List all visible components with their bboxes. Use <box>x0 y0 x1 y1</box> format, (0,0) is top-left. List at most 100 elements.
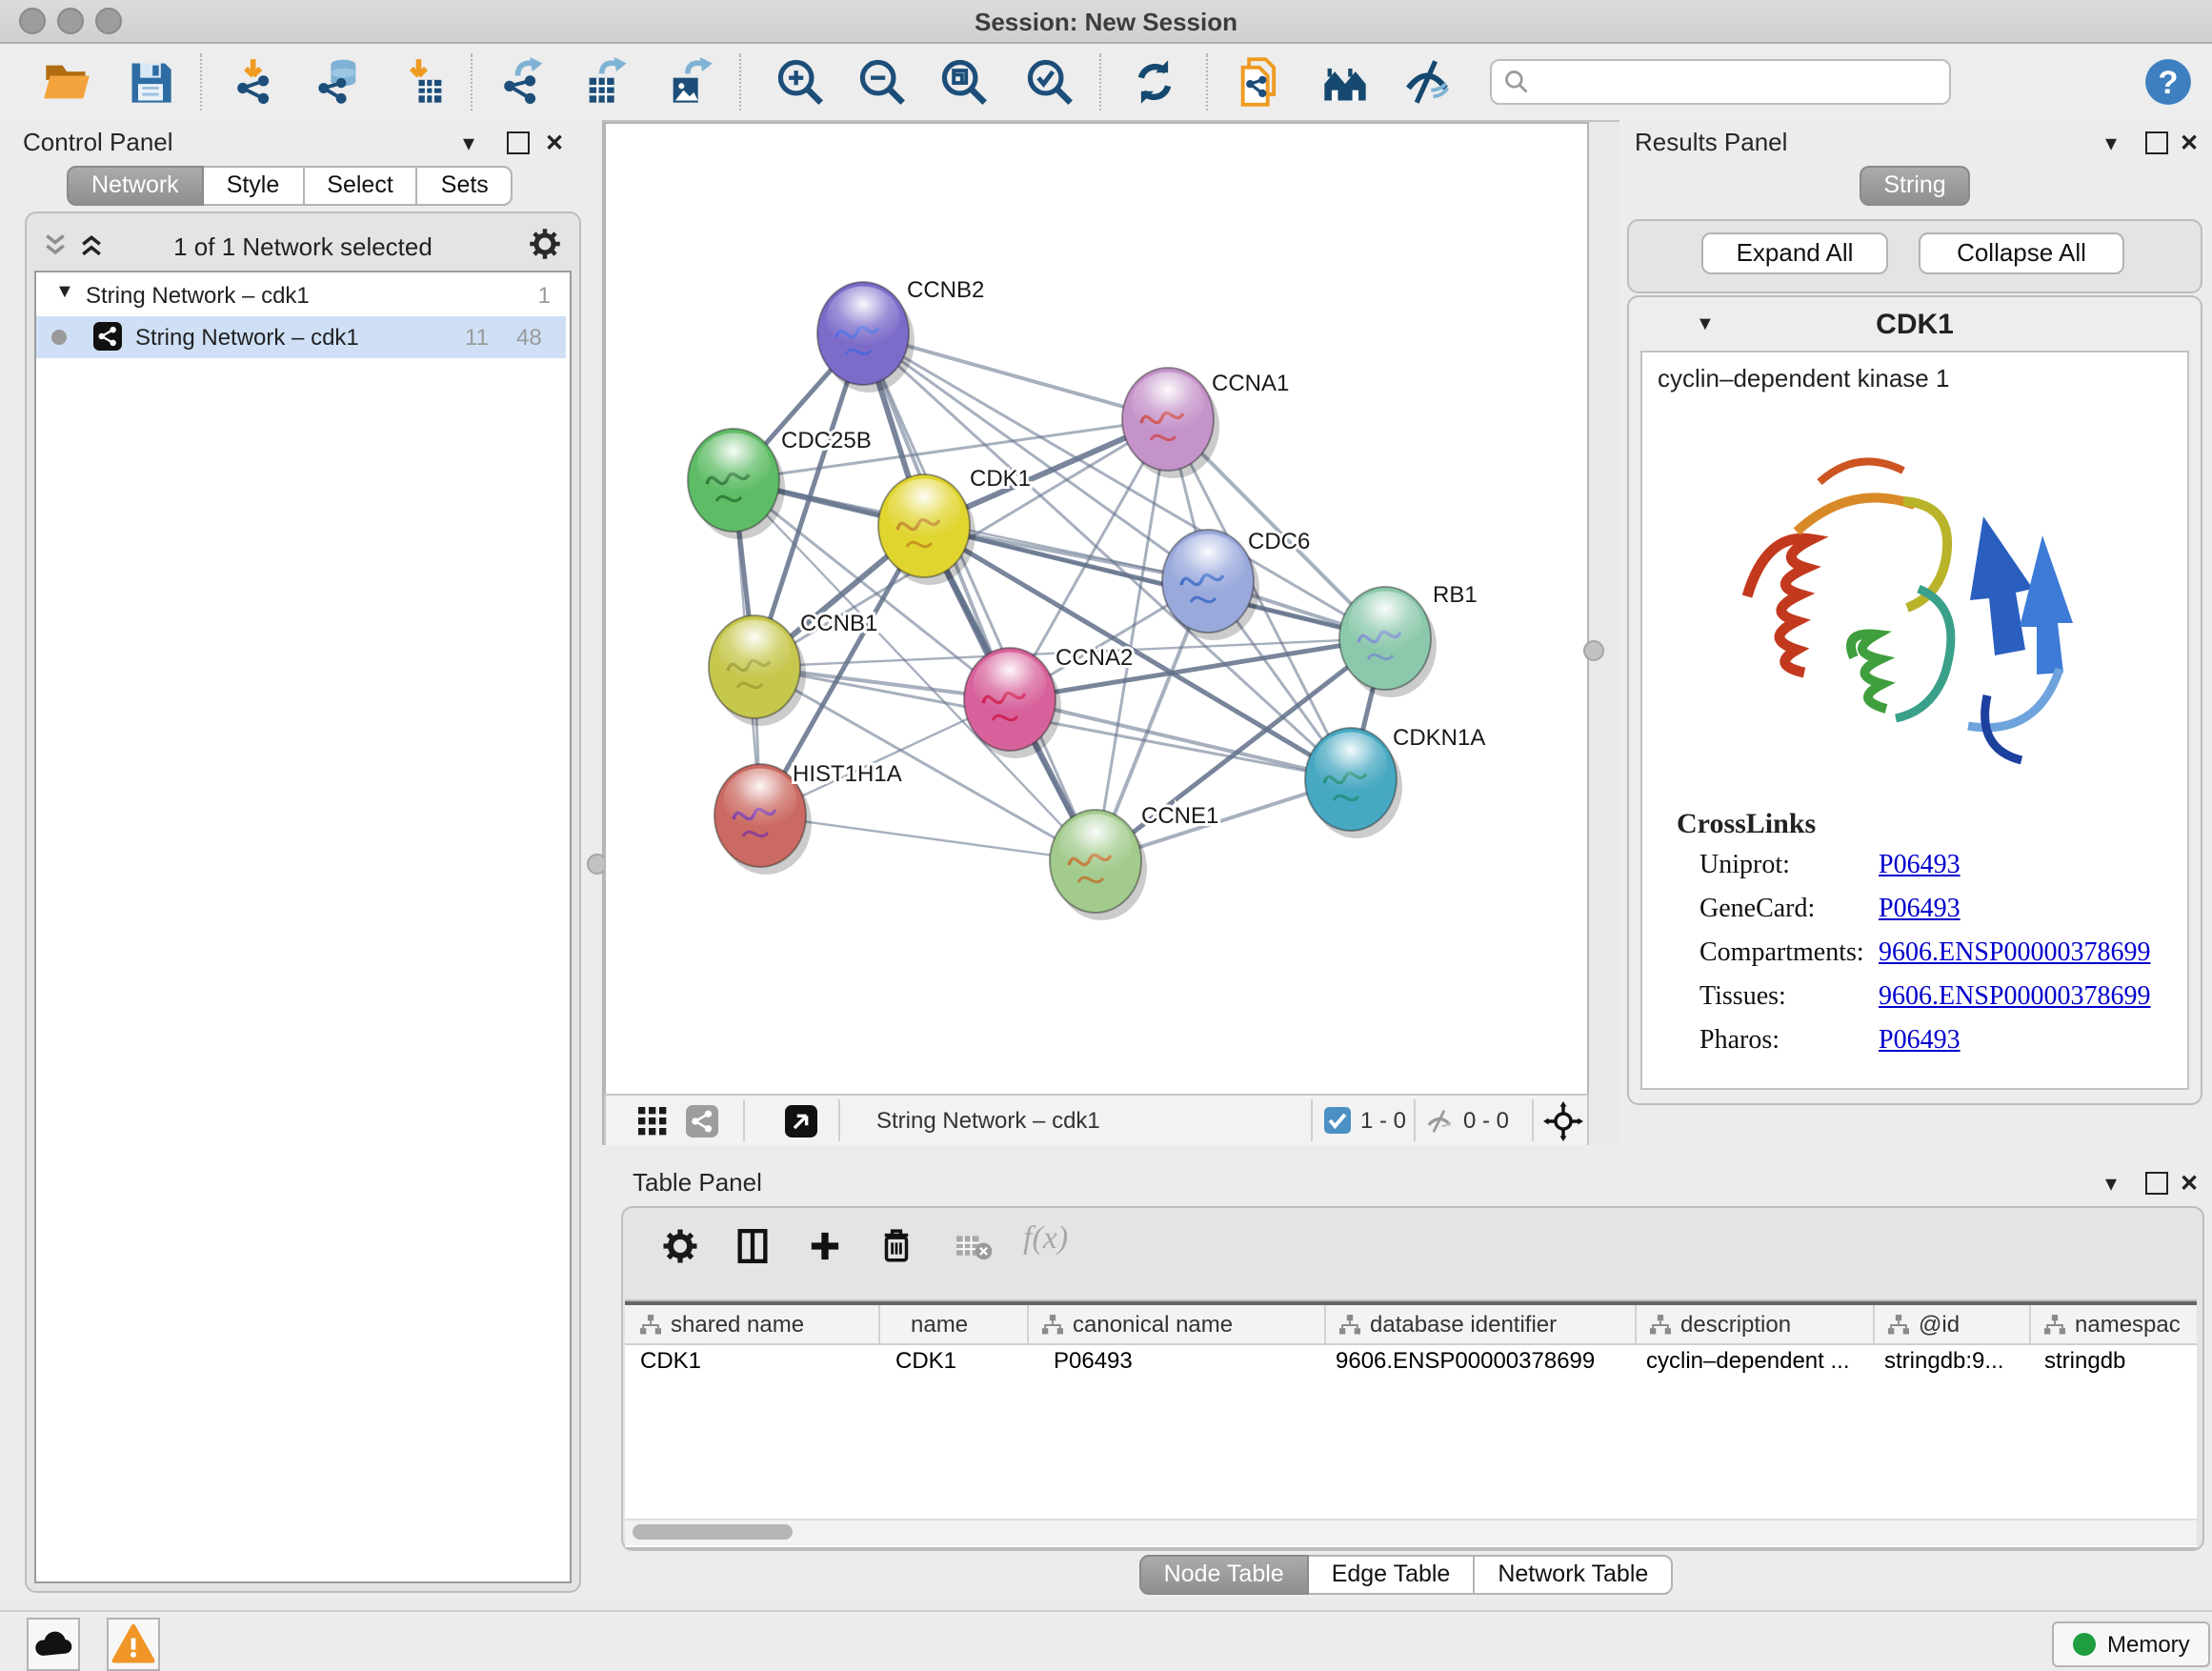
crosslink-row: Uniprot: P06493 <box>1699 852 2176 896</box>
tab-edge-table[interactable]: Edge Table <box>1307 1555 1476 1595</box>
tab-network[interactable]: Network <box>67 166 204 206</box>
cell-name: CDK1 <box>895 1347 1017 1374</box>
zoom-selected-icon[interactable] <box>1025 57 1075 107</box>
tab-network-table[interactable]: Network Table <box>1473 1555 1673 1595</box>
zoom-fit-icon[interactable] <box>939 57 989 107</box>
network-node-CDC25B[interactable]: CDC25B <box>688 428 872 539</box>
table-hscrollbar-thumb[interactable] <box>633 1524 793 1540</box>
column-header[interactable]: shared name <box>671 1311 871 1338</box>
tab-string[interactable]: String <box>1859 166 1970 206</box>
search-icon <box>1503 69 1530 95</box>
search-input[interactable] <box>1538 63 1945 101</box>
network-node-CDK1[interactable]: CDK1 <box>878 466 1031 585</box>
column-header[interactable]: name <box>911 1311 1021 1338</box>
tab-node-table[interactable]: Node Table <box>1139 1555 1309 1595</box>
string-import-icon[interactable] <box>1235 57 1284 107</box>
birds-eye-view-icon[interactable] <box>785 1105 817 1137</box>
node-label-CDK1: CDK1 <box>970 466 1031 492</box>
network-node-CCNB2[interactable]: CCNB2 <box>817 277 984 393</box>
network-node-CDKN1A[interactable]: CDKN1A <box>1305 725 1485 838</box>
tab-select[interactable]: Select <box>302 166 418 206</box>
refresh-icon[interactable] <box>1130 57 1179 107</box>
shared-column-icon <box>1650 1315 1671 1336</box>
network-tree-root-row[interactable]: ▼ String Network – cdk1 1 <box>36 276 566 316</box>
network-edge-count: 48 <box>516 324 542 351</box>
results-panel-menu-icon[interactable]: ▾ <box>2105 130 2117 156</box>
save-session-icon[interactable] <box>126 57 175 107</box>
control-panel-menu-icon[interactable]: ▾ <box>463 130 474 156</box>
warning-icon <box>109 1620 158 1669</box>
table-header-row: shared name name canonical name database… <box>625 1301 2197 1345</box>
show-columns-icon[interactable] <box>734 1227 772 1265</box>
cloud-button[interactable] <box>27 1618 80 1671</box>
control-panel-close-icon[interactable]: ✕ <box>545 130 564 156</box>
column-header[interactable]: database identifier <box>1370 1311 1621 1338</box>
control-panel-float-icon[interactable] <box>507 131 530 154</box>
grid-view-icon[interactable] <box>638 1107 667 1136</box>
expand-all-button[interactable]: Expand All <box>1701 232 1888 274</box>
create-column-icon[interactable] <box>806 1227 844 1265</box>
column-header[interactable]: canonical name <box>1073 1311 1311 1338</box>
search-field <box>1490 59 1951 105</box>
hidden-eye-icon[interactable] <box>1425 1107 1454 1136</box>
control-panel-title: Control Panel <box>23 128 173 156</box>
zoom-out-icon[interactable] <box>857 57 907 107</box>
tree-expand-icon[interactable]: ▼ <box>55 282 74 303</box>
collapse-all-button[interactable]: Collapse All <box>1919 232 2124 274</box>
node-label-CDC25B: CDC25B <box>781 428 872 453</box>
network-tree-child-row[interactable]: String Network – cdk1 11 48 <box>36 316 566 358</box>
table-panel-body: f(x) shared name name canonical name dat… <box>621 1206 2204 1551</box>
network-node-CCNA1[interactable]: CCNA1 <box>1122 368 1289 478</box>
crosslink-link[interactable]: P06493 <box>1879 852 1961 882</box>
help-icon[interactable]: ? <box>2143 57 2193 107</box>
network-graph: CCNB2 CCNA1 CDC25B CDK1 CDC6 RB1 CCNB1 CCNA2 CDK… <box>606 124 1587 1096</box>
selected-checkbox-icon[interactable] <box>1324 1107 1351 1134</box>
table-panel-close-icon[interactable]: ✕ <box>2180 1170 2199 1197</box>
crosslink-link[interactable]: 9606.ENSP00000378699 <box>1879 983 2150 1014</box>
delete-column-icon[interactable] <box>876 1225 916 1265</box>
table-hscrollbar[interactable] <box>625 1519 2197 1545</box>
tab-sets[interactable]: Sets <box>416 166 513 206</box>
memory-status-dot <box>2073 1633 2096 1656</box>
network-node-CCNA2[interactable]: CCNA2 <box>964 645 1133 758</box>
memory-button[interactable]: Memory <box>2052 1621 2211 1667</box>
import-table-icon[interactable] <box>400 57 450 107</box>
column-header[interactable]: @id <box>1919 1311 2018 1338</box>
netbar-separator <box>1532 1099 1534 1141</box>
node-label-CCNA2: CCNA2 <box>1056 645 1133 671</box>
results-panel-float-icon[interactable] <box>2145 131 2168 154</box>
export-network-icon[interactable] <box>499 57 549 107</box>
network-view-icon[interactable] <box>686 1105 718 1137</box>
crosslink-link[interactable]: P06493 <box>1879 896 1961 926</box>
crosslink-link[interactable]: 9606.ENSP00000378699 <box>1879 939 2150 970</box>
tab-style[interactable]: Style <box>202 166 305 206</box>
column-header[interactable]: namespac <box>2075 1311 2193 1338</box>
export-image-icon[interactable] <box>665 57 714 107</box>
open-session-icon[interactable] <box>42 57 91 107</box>
column-header[interactable]: description <box>1680 1311 1861 1338</box>
node-label-RB1: RB1 <box>1433 582 1478 608</box>
network-node-HIST1H1A[interactable]: HIST1H1A <box>714 761 902 875</box>
first-neighbors-icon[interactable] <box>1320 57 1370 107</box>
export-table-icon[interactable] <box>581 57 631 107</box>
table-settings-gear-icon[interactable] <box>661 1227 699 1265</box>
network-node-CCNB1[interactable]: CCNB1 <box>709 611 877 726</box>
import-database-icon[interactable] <box>314 57 364 107</box>
import-network-icon[interactable] <box>232 57 282 107</box>
warnings-button[interactable] <box>107 1618 160 1671</box>
crosslink-label: Compartments: <box>1699 939 1864 970</box>
zoom-in-icon[interactable] <box>775 57 825 107</box>
fit-content-crosshair-icon[interactable] <box>1543 1101 1583 1141</box>
network-node-RB1[interactable]: RB1 <box>1339 582 1478 697</box>
network-node-CCNE1[interactable]: CCNE1 <box>1050 803 1218 920</box>
network-options-gear-icon[interactable] <box>528 227 562 261</box>
right-splitter-handle[interactable] <box>1583 640 1604 661</box>
table-panel-float-icon[interactable] <box>2145 1172 2168 1195</box>
table-row[interactable]: CDK1 CDK1 P06493 9606.ENSP00000378699 cy… <box>625 1341 2197 1379</box>
table-panel-menu-icon[interactable]: ▾ <box>2105 1170 2117 1197</box>
network-node-CDC6[interactable]: CDC6 <box>1162 529 1310 640</box>
network-canvas[interactable]: CCNB2 CCNA1 CDC25B CDK1 CDC6 RB1 CCNB1 CCNA2 CDK… <box>604 122 1589 1097</box>
hide-selected-icon[interactable] <box>1402 57 1452 107</box>
crosslink-link[interactable]: P06493 <box>1879 1027 1961 1057</box>
results-panel-close-icon[interactable]: ✕ <box>2180 130 2199 156</box>
